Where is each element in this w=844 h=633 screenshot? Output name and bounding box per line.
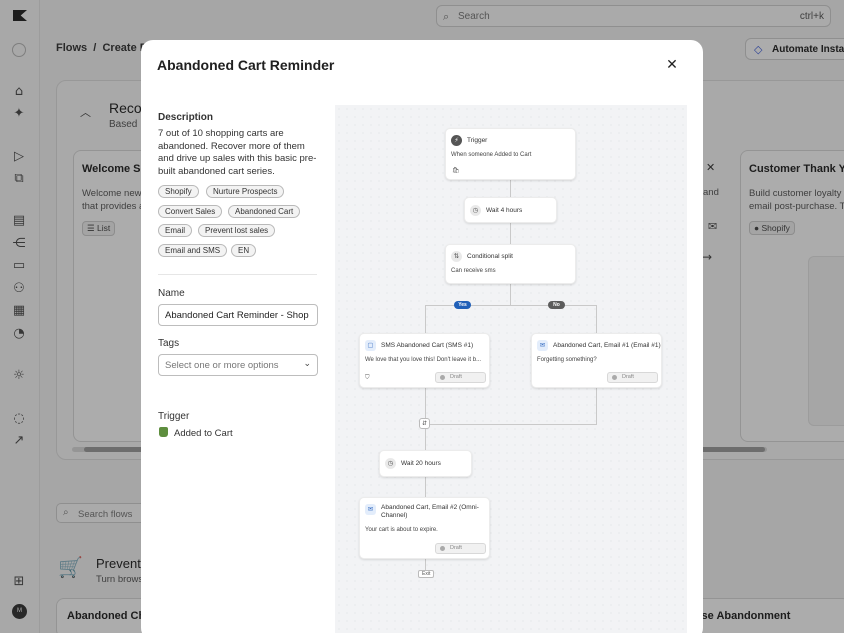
tag-chip: Email and SMS [158,244,228,257]
sms-icon: ▢ [365,340,376,351]
node-subtitle: Can receive sms [451,268,496,274]
description-label: Description [158,112,214,123]
flow-node-trigger[interactable]: ⚡ Trigger When someone Added to Cart 🛍 [445,128,576,180]
tag-chip: Nurture Prospects [206,185,285,198]
connector [510,180,511,197]
draft-badge: Draft [607,372,658,383]
connector [425,305,426,333]
node-subtitle: We love that you love this! Don't leave … [365,357,482,363]
flow-preview-canvas[interactable]: ⚡ Trigger When someone Added to Cart 🛍 ◷… [335,105,687,633]
merge-icon: ⇵ [419,418,430,429]
flow-node-wait[interactable]: ◷ Wait 4 hours [464,197,557,223]
draft-badge: Draft [435,372,486,383]
flow-name-input[interactable]: Abandoned Cart Reminder - Shop [158,304,318,326]
shopify-icon [159,427,168,437]
node-subtitle: Your cart is about to expire. [365,527,438,533]
divider [158,274,317,275]
node-title: Wait 4 hours [486,207,523,214]
tag-chip: EN [231,244,257,257]
connector [425,305,596,306]
close-icon[interactable]: ✕ [661,54,683,76]
flow-node-sms[interactable]: ▢ SMS Abandoned Cart (SMS #1) We love th… [359,333,490,388]
shopify-icon: 🛍 [452,167,460,174]
flow-template-modal: Abandoned Cart Reminder ✕ Description 7 … [141,40,703,633]
node-title: Wait 20 hours [401,460,441,467]
chevron-down-icon: ⌄ [303,359,311,369]
tag-chip: Prevent lost sales [198,224,276,237]
split-icon: ⇅ [451,251,462,262]
node-title: Trigger [467,137,488,144]
node-subtitle: Forgetting something? [537,357,597,363]
exit-label: Exit [418,570,435,578]
no-branch-label: No [548,301,565,309]
connector [596,388,597,424]
modal-title: Abandoned Cart Reminder [157,57,335,73]
flow-node-email-1[interactable]: ✉ Abandoned Cart, Email #1 (Email #1) Fo… [531,333,662,388]
email-icon: ✉ [537,340,548,351]
connector [596,305,597,333]
yes-branch-label: Yes [454,301,471,309]
email-icon: ✉ [365,504,376,515]
node-title: Abandoned Cart, Email #2 (Omni- [381,504,479,511]
trigger-icon: ⚡ [451,135,462,146]
node-title-line-2: Channel) [381,512,408,519]
connector [425,559,426,570]
node-title: Abandoned Cart, Email #1 (Email #1) [553,342,661,349]
tags-select[interactable]: Select one or more options ⌄ [158,354,318,376]
tags-label: Tags [158,338,180,349]
tag-chip: Shopify [158,185,199,198]
connector [425,388,426,419]
tag-chip: Convert Sales [158,205,223,218]
tag-chip: Abandoned Cart [228,205,301,218]
description-text: 7 out of 10 shopping carts are abandoned… [158,128,317,177]
tag-chip: Email [158,224,193,237]
connector [425,477,426,497]
trigger-text: Added to Cart [174,428,233,439]
node-title: Conditional split [467,253,513,260]
flow-node-wait[interactable]: ◷ Wait 20 hours [379,450,472,477]
connector [425,424,597,425]
tags-placeholder: Select one or more options [165,360,279,371]
node-title: SMS Abandoned Cart (SMS #1) [381,342,474,349]
connector [510,223,511,244]
name-label: Name [158,288,185,299]
draft-badge: Draft [435,543,486,554]
node-subtitle: When someone Added to Cart [451,152,532,158]
clock-icon: ◷ [470,205,481,216]
flow-node-email-2[interactable]: ✉ Abandoned Cart, Email #2 (Omni- Channe… [359,497,490,559]
trigger-value: Added to Cart [159,427,233,439]
connector [510,284,511,306]
shopify-icon: ⛉ [365,374,370,381]
clock-icon: ◷ [385,458,396,469]
trigger-label: Trigger [158,411,190,422]
flow-node-conditional-split[interactable]: ⇅ Conditional split Can receive sms [445,244,576,284]
